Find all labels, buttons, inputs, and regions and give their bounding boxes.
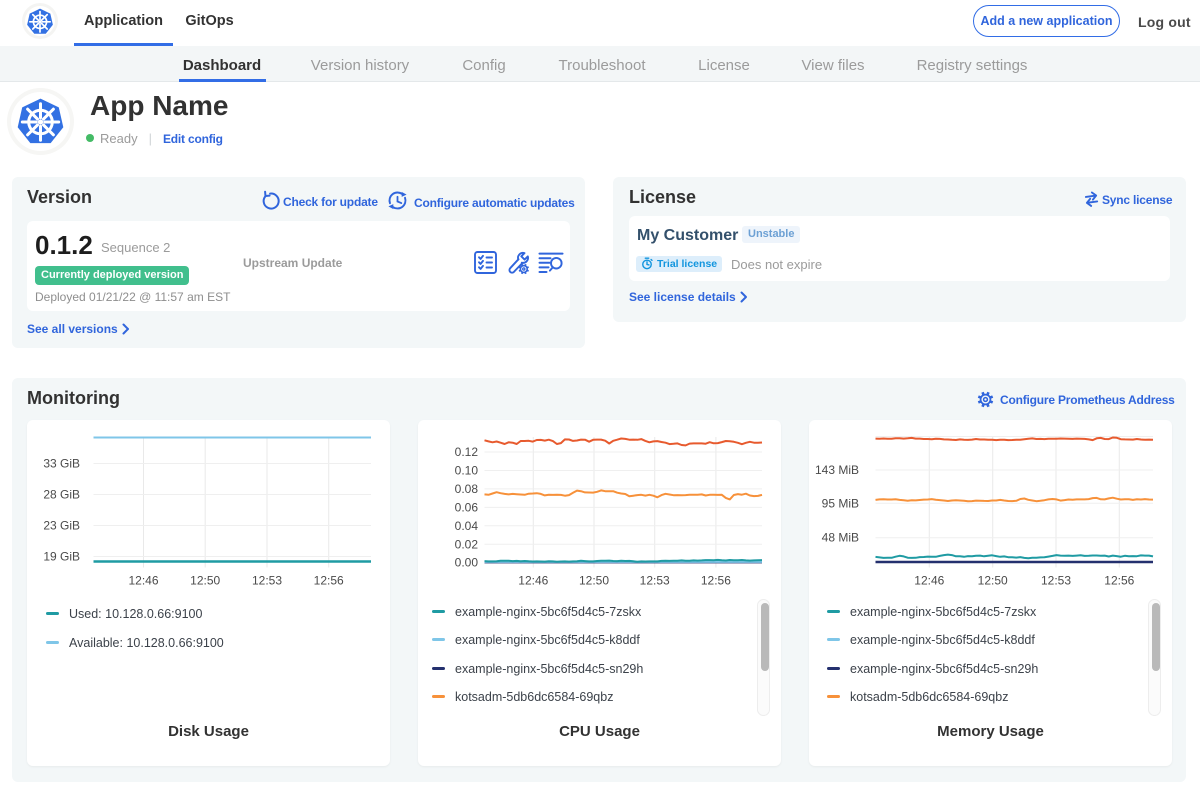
svg-text:19 GiB: 19 GiB	[43, 550, 80, 564]
svg-text:23 GiB: 23 GiB	[43, 519, 80, 533]
svg-text:12:53: 12:53	[1041, 574, 1071, 588]
svg-text:28 GiB: 28 GiB	[43, 488, 80, 502]
svg-text:12:53: 12:53	[252, 574, 282, 588]
svg-text:12:46: 12:46	[128, 574, 158, 588]
svg-text:0.04: 0.04	[455, 519, 479, 533]
svg-text:48 MiB: 48 MiB	[822, 531, 859, 545]
svg-text:12:56: 12:56	[701, 574, 731, 588]
svg-text:33 GiB: 33 GiB	[43, 457, 80, 471]
svg-text:0.06: 0.06	[455, 500, 479, 514]
svg-text:12:46: 12:46	[518, 574, 548, 588]
svg-text:12:56: 12:56	[314, 574, 344, 588]
svg-text:12:50: 12:50	[579, 574, 609, 588]
svg-text:12:46: 12:46	[914, 574, 944, 588]
svg-text:0.12: 0.12	[455, 445, 479, 459]
svg-text:0.00: 0.00	[455, 556, 479, 570]
svg-text:0.10: 0.10	[455, 464, 479, 478]
svg-text:143 MiB: 143 MiB	[815, 463, 859, 477]
svg-text:95 MiB: 95 MiB	[822, 496, 859, 510]
svg-text:12:56: 12:56	[1104, 574, 1134, 588]
svg-text:12:50: 12:50	[978, 574, 1008, 588]
svg-text:0.08: 0.08	[455, 482, 479, 496]
svg-text:12:50: 12:50	[190, 574, 220, 588]
svg-text:12:53: 12:53	[640, 574, 670, 588]
svg-text:0.02: 0.02	[455, 537, 479, 551]
